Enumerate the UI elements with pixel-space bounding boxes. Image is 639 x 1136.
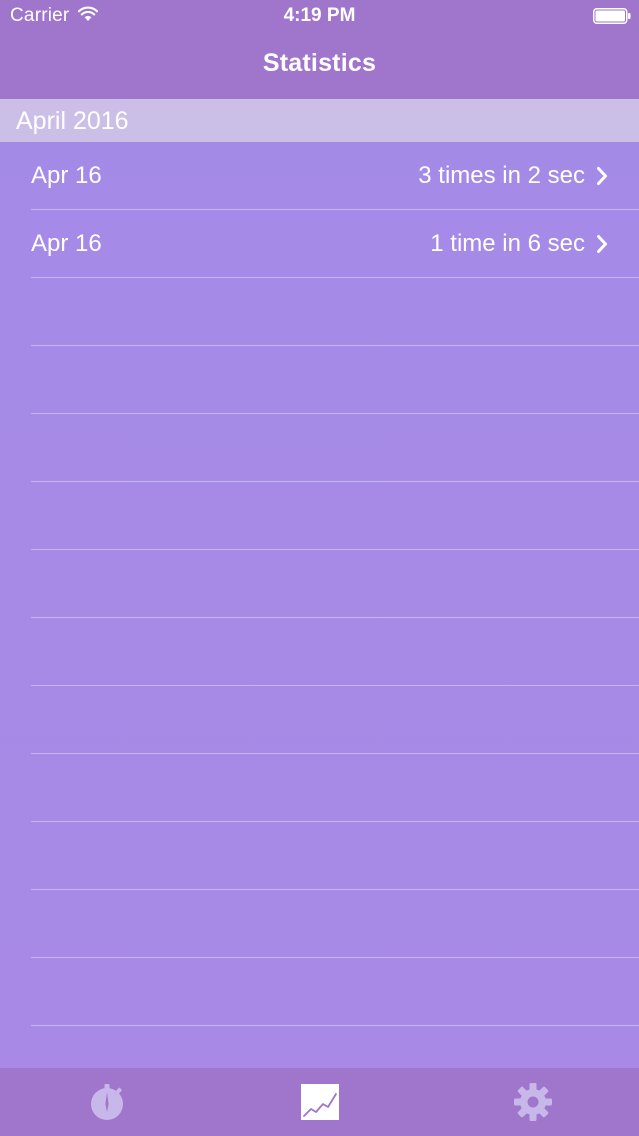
top-bar: Carrier 4:19 PM Statistics: [0, 0, 639, 99]
row-date: Apr 16: [31, 230, 102, 257]
table-row[interactable]: Apr 16 1 time in 6 sec: [0, 210, 639, 278]
tab-settings[interactable]: [426, 1068, 639, 1136]
chevron-right-icon: [597, 235, 607, 253]
stopwatch-icon: [90, 1084, 123, 1120]
gear-icon: [513, 1083, 552, 1121]
empty-row: [0, 550, 639, 618]
empty-row: [0, 482, 639, 550]
empty-row: [0, 686, 639, 754]
empty-row: [0, 414, 639, 482]
row-detail: 1 time in 6 sec: [430, 230, 585, 257]
navigation-bar: Statistics: [0, 32, 639, 99]
empty-row: [0, 278, 639, 346]
empty-row: [0, 618, 639, 686]
page-title: Statistics: [262, 49, 377, 77]
statistics-table: Apr 16 3 times in 2 sec Apr 16 1 time in…: [0, 142, 639, 1026]
empty-row: [0, 890, 639, 958]
section-header: April 2016: [0, 99, 639, 142]
chart-icon: [300, 1084, 339, 1120]
chevron-right-icon: [597, 167, 607, 185]
table-row[interactable]: Apr 16 3 times in 2 sec: [0, 142, 639, 210]
empty-row: [0, 346, 639, 414]
empty-row: [0, 958, 639, 1026]
battery-icon: [593, 8, 631, 24]
status-bar: Carrier 4:19 PM: [0, 0, 639, 32]
empty-row: [0, 822, 639, 890]
row-detail: 3 times in 2 sec: [418, 162, 585, 189]
tab-bar: [0, 1068, 639, 1136]
section-header-label: April 2016: [16, 107, 129, 135]
tab-statistics[interactable]: [213, 1068, 426, 1136]
clock: 4:19 PM: [283, 5, 356, 26]
empty-row: [0, 754, 639, 822]
screen: Carrier 4:19 PM Statistics April 2016 Ap…: [0, 0, 639, 1136]
tab-timer[interactable]: [0, 1068, 213, 1136]
row-date: Apr 16: [31, 162, 102, 189]
